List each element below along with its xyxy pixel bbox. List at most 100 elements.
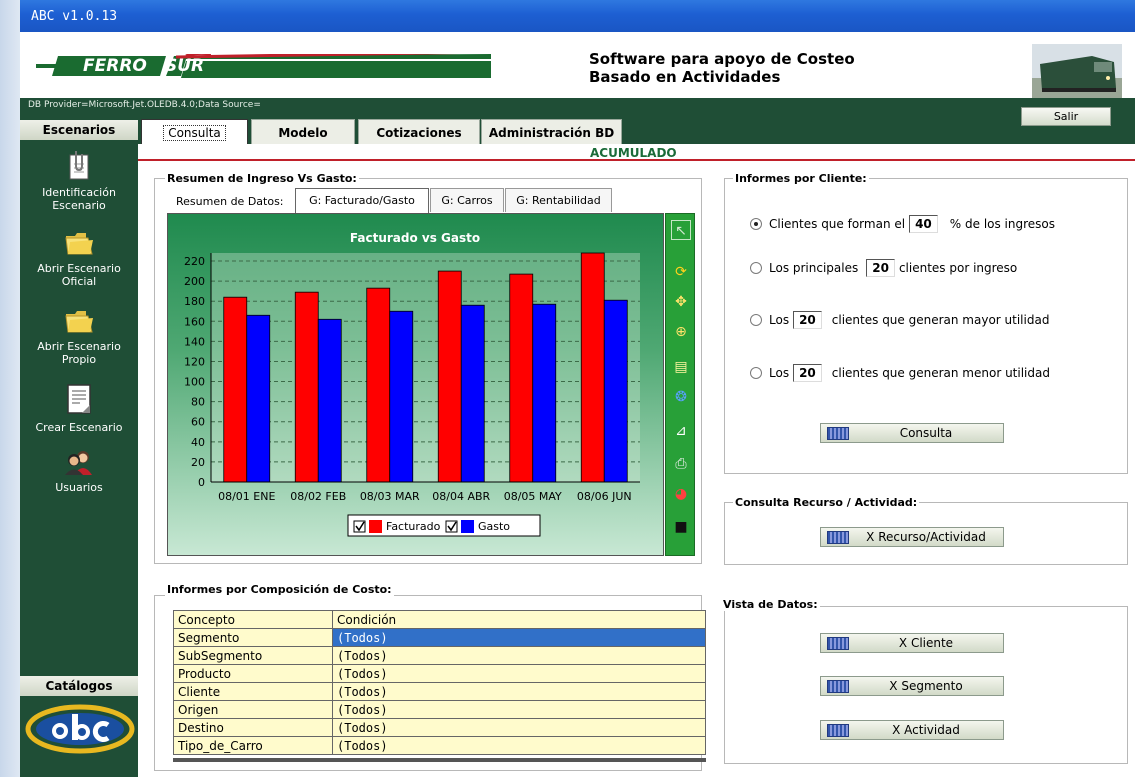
sidebar-item-identificacion[interactable]: Identificación Escenario <box>20 150 138 212</box>
subtab-rentabilidad[interactable]: G: Rentabilidad <box>505 188 612 212</box>
resource-activity-button[interactable]: X Recurso/Actividad <box>820 527 1004 547</box>
title-bar: ABC v1.0.13 <box>20 0 1135 32</box>
tab-administracion-bd[interactable]: Administración BD <box>481 119 622 144</box>
table-cell-concept: Destino <box>173 718 333 737</box>
option-highest-profit[interactable]: Los 20 clientes que generan mayor utilid… <box>750 311 1049 329</box>
facturado-vs-gasto-chart: Facturado vs Gasto 0 20 40 60 80 100 120 140 160… <box>184 231 640 537</box>
table-row[interactable]: Segmento (Todos) <box>173 628 706 647</box>
sidebar-item-abrir-propio[interactable]: Abrir Escenario Propio <box>20 308 138 366</box>
table-header-row: Concepto Condición <box>173 610 706 629</box>
option-text: Los principales <box>769 261 859 275</box>
print-icon[interactable]: ⎙ <box>671 454 691 474</box>
resource-title: Consulta Recurso / Actividad: <box>733 496 920 509</box>
app-title-line1: Software para apoyo de Costeo <box>589 50 855 68</box>
y-tick-label: 220 <box>184 255 205 268</box>
copy-icon[interactable]: ▤ <box>671 357 691 377</box>
tab-modelo[interactable]: Modelo <box>251 119 355 144</box>
lowest-profit-input[interactable]: 20 <box>793 364 822 382</box>
button-label: X Recurso/Actividad <box>866 530 986 544</box>
tab-cotizaciones[interactable]: Cotizaciones <box>358 119 480 144</box>
button-label: X Segmento <box>889 679 963 693</box>
plot-area <box>211 253 640 482</box>
table-row[interactable]: Producto (Todos) <box>173 664 706 683</box>
cost-title: Informes por Composición de Costo: <box>165 583 394 596</box>
table-cell-condition[interactable]: (Todos) <box>332 736 706 755</box>
move-icon[interactable]: ✥ <box>671 292 691 312</box>
sidebar-item-label: Abrir Escenario Oficial <box>37 262 121 288</box>
y-tick-label: 200 <box>184 275 205 288</box>
bar-gasto <box>317 318 342 483</box>
y-tick-label: 80 <box>191 396 205 409</box>
sidebar-item-abrir-oficial[interactable]: Abrir Escenario Oficial <box>20 230 138 288</box>
tab-consulta[interactable]: Consulta <box>141 119 248 144</box>
legend-label-facturado: Facturado <box>386 520 441 533</box>
option-text: clientes por ingreso <box>898 261 1018 275</box>
radio-button[interactable] <box>750 314 762 326</box>
window-shadow <box>0 0 20 777</box>
table-cell-condition[interactable]: (Todos) <box>332 628 706 647</box>
sidebar-item-crear[interactable]: Crear Escenario <box>20 383 138 434</box>
subtab-facturado-gasto[interactable]: G: Facturado/Gasto <box>295 188 429 213</box>
consulta-button[interactable]: Consulta <box>820 423 1004 443</box>
report-icon <box>827 530 849 544</box>
bar-gasto <box>460 304 485 483</box>
report-icon <box>827 723 849 737</box>
report-icon <box>827 679 849 693</box>
save-icon[interactable]: ■ <box>671 517 691 537</box>
paperclip-document-icon <box>69 151 89 180</box>
radio-button[interactable] <box>750 262 762 274</box>
pointer-icon[interactable]: ↖ <box>671 220 691 240</box>
report-icon <box>827 426 849 440</box>
highest-profit-input[interactable]: 20 <box>793 311 822 329</box>
tab-label: Consulta <box>163 125 226 141</box>
sidebar-item-label: Abrir Escenario Propio <box>37 340 121 366</box>
option-percent-income[interactable]: Clientes que forman el 40 % de los ingre… <box>750 215 1055 233</box>
chart-title: Facturado vs Gasto <box>350 231 480 245</box>
table-cell-concept: Origen <box>173 700 333 719</box>
x-tick-label: 08/01 ENE <box>218 490 275 503</box>
palette-icon[interactable]: ❂ <box>671 387 691 407</box>
table-row[interactable]: Origen (Todos) <box>173 700 706 719</box>
percent-input[interactable]: 40 <box>909 215 938 233</box>
option-lowest-profit[interactable]: Los 20 clientes que generan menor utilid… <box>750 364 1050 382</box>
sidebar-item-usuarios[interactable]: Usuarios <box>20 449 138 494</box>
x-tick-label: 08/02 FEB <box>290 490 346 503</box>
exit-button[interactable]: Salir <box>1021 107 1111 126</box>
radio-button[interactable] <box>750 367 762 379</box>
refresh-icon[interactable]: ⟳ <box>671 262 691 282</box>
bar-facturado <box>294 291 319 483</box>
table-row[interactable]: SubSegmento (Todos) <box>173 646 706 665</box>
option-top-income[interactable]: Los principales 20 clientes por ingreso <box>750 259 1017 277</box>
table-row[interactable]: Destino (Todos) <box>173 718 706 737</box>
legend-label-gasto: Gasto <box>478 520 510 533</box>
table-cell-concept: Tipo_de_Carro <box>173 736 333 755</box>
table-cell-condition[interactable]: (Todos) <box>332 700 706 719</box>
logo-text-sur: SUR <box>165 56 205 76</box>
option-text: Clientes que forman el <box>769 217 906 231</box>
subtab-resumen-datos[interactable]: Resumen de Datos: <box>176 195 284 208</box>
logo-text-ferro: FERRO <box>83 56 147 76</box>
zoom-icon[interactable]: ⊕ <box>671 322 691 342</box>
app-header: FERRO SUR Software para apoyo de Costeo … <box>20 32 1135 100</box>
catalogs-header[interactable]: Catálogos <box>20 676 138 696</box>
table-cell-condition[interactable]: (Todos) <box>332 664 706 683</box>
by-activity-button[interactable]: X Actividad <box>820 720 1004 740</box>
table-cell-condition[interactable]: (Todos) <box>332 718 706 737</box>
subtab-carros[interactable]: G: Carros <box>430 188 504 212</box>
radio-button[interactable] <box>750 218 762 230</box>
folder-icon <box>65 233 93 255</box>
table-cell-condition[interactable]: (Todos) <box>332 646 706 665</box>
by-segment-button[interactable]: X Segmento <box>820 676 1004 696</box>
table-cell-condition[interactable]: (Todos) <box>332 682 706 701</box>
sidebar-item-label: Identificación Escenario <box>42 186 116 212</box>
table-cell-concept: SubSegmento <box>173 646 333 665</box>
by-client-button[interactable]: X Cliente <box>820 633 1004 653</box>
bar-gasto <box>389 310 414 483</box>
top-clients-input[interactable]: 20 <box>866 259 895 277</box>
table-row[interactable]: Cliente (Todos) <box>173 682 706 701</box>
table-row[interactable]: Tipo_de_Carro (Todos) <box>173 736 706 755</box>
sidebar-header: Escenarios <box>20 120 138 140</box>
axis-icon[interactable]: ⊿ <box>671 421 691 441</box>
chart-type-icon[interactable]: ◕ <box>671 484 691 504</box>
button-label: X Actividad <box>892 723 960 737</box>
